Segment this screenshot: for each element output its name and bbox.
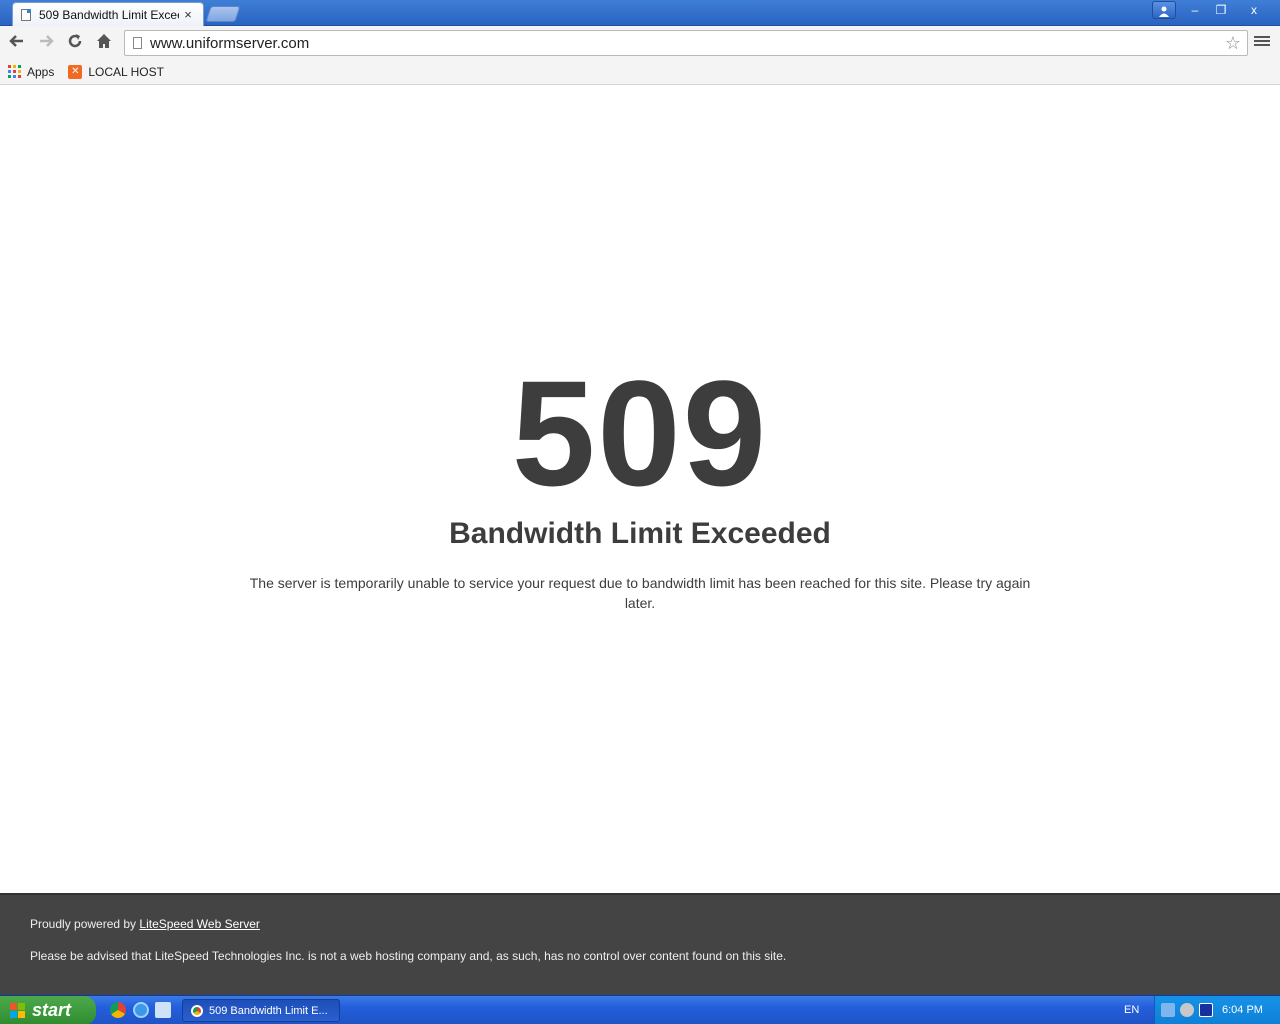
reload-icon[interactable] bbox=[64, 32, 86, 52]
bookmarks-bar: Apps ✕ LOCAL HOST bbox=[0, 59, 1280, 85]
home-icon[interactable] bbox=[93, 32, 115, 52]
minimize-button[interactable]: – bbox=[1182, 1, 1208, 19]
show-desktop-icon[interactable] bbox=[155, 1002, 171, 1018]
address-bar[interactable]: ☆ bbox=[124, 30, 1248, 56]
task-item-label: 509 Bandwidth Limit E... bbox=[209, 1004, 328, 1017]
error-message: The server is temporarily unable to serv… bbox=[249, 575, 1031, 611]
forward-icon[interactable] bbox=[35, 32, 57, 52]
bookmark-local-host[interactable]: ✕ LOCAL HOST bbox=[68, 64, 164, 79]
user-profile-icon[interactable] bbox=[1152, 1, 1176, 19]
tab-title: 509 Bandwidth Limit Exceeded bbox=[39, 7, 179, 22]
page-content: 509 Bandwidth Limit Exceeded The server … bbox=[0, 85, 1280, 893]
error-title: Bandwidth Limit Exceeded bbox=[449, 517, 831, 550]
bookmark-apps[interactable]: Apps bbox=[8, 65, 54, 79]
chrome-icon bbox=[191, 1004, 203, 1017]
powered-by-line: Proudly powered by LiteSpeed Web Server bbox=[30, 917, 260, 931]
menu-icon[interactable] bbox=[1254, 34, 1270, 50]
windows-taskbar: start 509 Bandwidth Limit E... EN 6:04 P… bbox=[0, 995, 1280, 1024]
bookmark-star-icon[interactable]: ☆ bbox=[1225, 33, 1241, 54]
browser-toolbar: ☆ bbox=[0, 26, 1280, 59]
maximize-button[interactable]: ❐ bbox=[1208, 1, 1234, 19]
litespeed-link[interactable]: LiteSpeed Web Server bbox=[139, 917, 260, 931]
error-code: 509 bbox=[511, 349, 769, 517]
bookmark-label: LOCAL HOST bbox=[88, 64, 164, 79]
bookmark-label: Apps bbox=[27, 64, 55, 79]
page-footer: Proudly powered by LiteSpeed Web Server … bbox=[0, 893, 1280, 995]
browser-titlebar: 509 Bandwidth Limit Exceeded × – ❐ x bbox=[0, 0, 1280, 26]
windows-logo-icon bbox=[10, 1002, 26, 1019]
chrome-icon[interactable] bbox=[110, 1002, 126, 1018]
network-icon[interactable] bbox=[1161, 1003, 1175, 1017]
taskbar-chrome-window[interactable]: 509 Bandwidth Limit E... bbox=[182, 999, 340, 1022]
tray-app-icon[interactable] bbox=[1180, 1003, 1194, 1017]
browser-tab[interactable]: 509 Bandwidth Limit Exceeded × bbox=[12, 2, 204, 26]
internet-explorer-icon[interactable] bbox=[133, 1002, 149, 1018]
url-input[interactable] bbox=[150, 34, 1210, 52]
powered-by-text: Proudly powered by bbox=[30, 917, 140, 931]
close-window-button[interactable]: x bbox=[1238, 1, 1270, 19]
start-label: start bbox=[32, 1000, 72, 1020]
start-button[interactable]: start bbox=[0, 996, 96, 1024]
xampp-icon: ✕ bbox=[68, 64, 83, 79]
language-indicator[interactable]: EN bbox=[1124, 1004, 1139, 1016]
disclaimer-text: Please be advised that LiteSpeed Technol… bbox=[30, 949, 787, 963]
page-icon bbox=[21, 8, 31, 21]
back-icon[interactable] bbox=[6, 32, 28, 52]
apps-grid-icon bbox=[8, 65, 21, 78]
tab-close-button[interactable]: × bbox=[181, 7, 195, 22]
new-tab-button[interactable] bbox=[205, 6, 241, 22]
clock: 6:04 PM bbox=[1222, 1004, 1263, 1016]
page-icon bbox=[133, 37, 142, 49]
tray-monitor-icon[interactable] bbox=[1199, 1003, 1213, 1017]
